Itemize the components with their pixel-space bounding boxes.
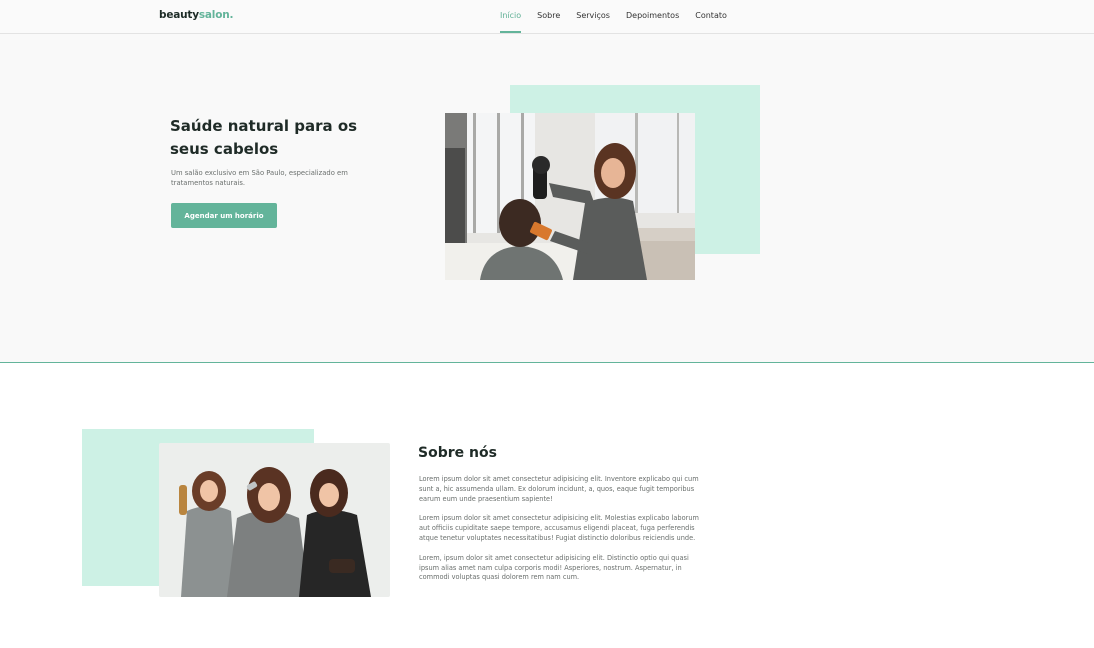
site-header: beautysalon. Início Sobre Serviços Depoi…: [0, 0, 1094, 34]
nav-item-contato[interactable]: Contato: [695, 0, 727, 34]
nav-item-sobre[interactable]: Sobre: [537, 0, 560, 34]
site-logo[interactable]: beautysalon.: [159, 9, 233, 21]
about-text: Lorem ipsum dolor sit amet consectetur a…: [419, 475, 704, 593]
main-nav: Início Sobre Serviços Depoimentos Contat…: [500, 0, 727, 34]
about-paragraph-1: Lorem ipsum dolor sit amet consectetur a…: [419, 475, 699, 503]
schedule-button[interactable]: Agendar um horário: [171, 203, 277, 228]
hero-description: Um salão exclusivo em São Paulo, especia…: [171, 169, 348, 187]
nav-item-servicos[interactable]: Serviços: [576, 0, 610, 34]
about-paragraph-2: Lorem ipsum dolor sit amet consectetur a…: [419, 514, 699, 542]
about-title: Sobre nós: [418, 445, 497, 461]
nav-item-depoimentos[interactable]: Depoimentos: [626, 0, 679, 34]
about-photo: [159, 443, 390, 597]
about-paragraph-3: Lorem, ipsum dolor sit amet consectetur …: [419, 553, 689, 582]
hero-section: Saúde natural para os seus cabelos Um sa…: [0, 34, 1094, 363]
nav-item-inicio[interactable]: Início: [500, 0, 522, 34]
hero-photo: [445, 113, 695, 280]
hero-title: Saúde natural para os seus cabelos: [170, 117, 358, 158]
